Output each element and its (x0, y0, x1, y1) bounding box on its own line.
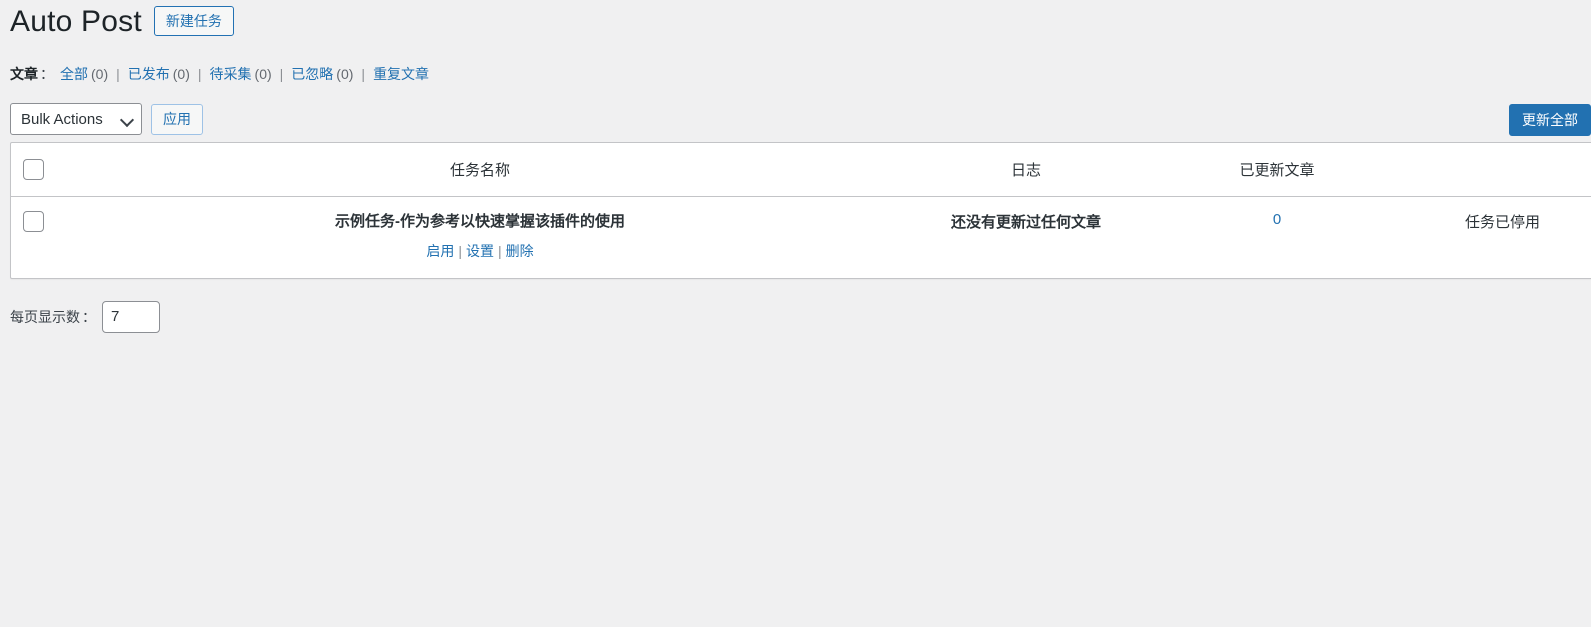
row-updated-count-cell: 0 (1173, 197, 1381, 278)
select-all-header (11, 143, 81, 197)
row-action-delete[interactable]: 删除 (506, 243, 534, 259)
table-row: 示例任务-作为参考以快速掌握该插件的使用 启用 | 设置 | 删除 还没有更新过任何文章… (11, 197, 1591, 278)
filter-link-ignored[interactable]: 已忽略 (291, 60, 333, 88)
filter-separator-3: | (279, 66, 284, 82)
filter-separator-2: | (197, 66, 202, 82)
status-badge: 任务已停用 (1464, 214, 1540, 231)
row-action-settings[interactable]: 设置 (466, 243, 494, 259)
new-task-button[interactable]: 新建任务 (153, 5, 234, 37)
column-header-updated-posts: 已更新文章 (1173, 143, 1381, 197)
filter-item-published[interactable]: 已发布 (0) (128, 60, 190, 88)
filter-item-pending[interactable]: 待采集 (0) (210, 60, 272, 88)
filter-count-ignored: (0) (336, 66, 354, 82)
filter-count-published: (0) (172, 66, 190, 82)
chevron-down-icon (119, 112, 135, 128)
select-all-checkbox[interactable] (23, 159, 44, 180)
row-actions: 启用 | 设置 | 删除 (85, 240, 875, 262)
column-header-status (1381, 143, 1591, 197)
per-page-colon: ： (82, 308, 96, 325)
tasks-table-body: 示例任务-作为参考以快速掌握该插件的使用 启用 | 设置 | 删除 还没有更新过任何文章… (11, 197, 1591, 278)
column-header-log: 日志 (879, 143, 1173, 197)
post-filter-links: 文章： 全部 (0) | 已发布 (0) | 待采集 (0) | 已忽略 (0)… (10, 60, 1591, 88)
row-action-separator-2: | (498, 242, 502, 259)
filter-label-colon: ： (40, 66, 54, 82)
row-select-cell (11, 197, 81, 278)
page-header: Auto Post 新建任务 (0, 0, 1591, 42)
per-page-input[interactable] (102, 300, 160, 333)
filter-link-duplicate[interactable]: 重复文章 (373, 60, 429, 88)
row-select-checkbox[interactable] (23, 211, 44, 232)
table-navigation-top: Bulk Actions 应用 更新全部 (0, 96, 1591, 142)
tasks-table: 任务名称 日志 已更新文章 示例任务-作为参考以快速掌握该插件的使用 启用 | 设置… (10, 142, 1591, 279)
filter-item-duplicate[interactable]: 重复文章 (373, 60, 429, 88)
filter-item-all[interactable]: 全部 (0) (60, 60, 108, 88)
filter-link-pending[interactable]: 待采集 (210, 60, 252, 88)
row-task-name-cell: 示例任务-作为参考以快速掌握该插件的使用 启用 | 设置 | 删除 (81, 197, 879, 278)
filter-label-text: 文章 (10, 66, 38, 82)
filter-link-published[interactable]: 已发布 (128, 60, 170, 88)
per-page-control: 每页显示数： (10, 300, 1591, 333)
filter-separator-1: | (116, 66, 120, 82)
filter-link-all[interactable]: 全部 (60, 60, 88, 88)
row-action-separator-1: | (458, 242, 462, 259)
tasks-table-head: 任务名称 日志 已更新文章 (11, 143, 1591, 197)
filter-count-all: (0) (91, 66, 109, 82)
row-action-enable[interactable]: 启用 (426, 243, 454, 259)
bulk-actions-selected-value: Bulk Actions (21, 110, 103, 128)
filter-group-label: 文章： (10, 60, 60, 88)
filter-count-pending: (0) (254, 66, 272, 82)
filter-item-ignored[interactable]: 已忽略 (0) (291, 60, 353, 88)
column-header-task-name: 任务名称 (81, 143, 879, 197)
bulk-actions-select[interactable]: Bulk Actions (10, 103, 142, 135)
row-log-cell: 还没有更新过任何文章 (879, 197, 1173, 278)
page-title: Auto Post (10, 4, 142, 38)
filter-separator-4: | (361, 66, 366, 82)
apply-bulk-action-button[interactable]: 应用 (151, 103, 203, 135)
updated-posts-count-link[interactable]: 0 (1273, 211, 1281, 228)
per-page-label: 每页显示数 (10, 308, 80, 325)
task-log-text: 还没有更新过任何文章 (950, 214, 1101, 231)
task-name-text: 示例任务-作为参考以快速掌握该插件的使用 (335, 213, 625, 230)
row-status-cell: 任务已停用 (1381, 197, 1591, 278)
update-all-button[interactable]: 更新全部 (1509, 104, 1591, 136)
table-header-row: 任务名称 日志 已更新文章 (11, 143, 1591, 197)
